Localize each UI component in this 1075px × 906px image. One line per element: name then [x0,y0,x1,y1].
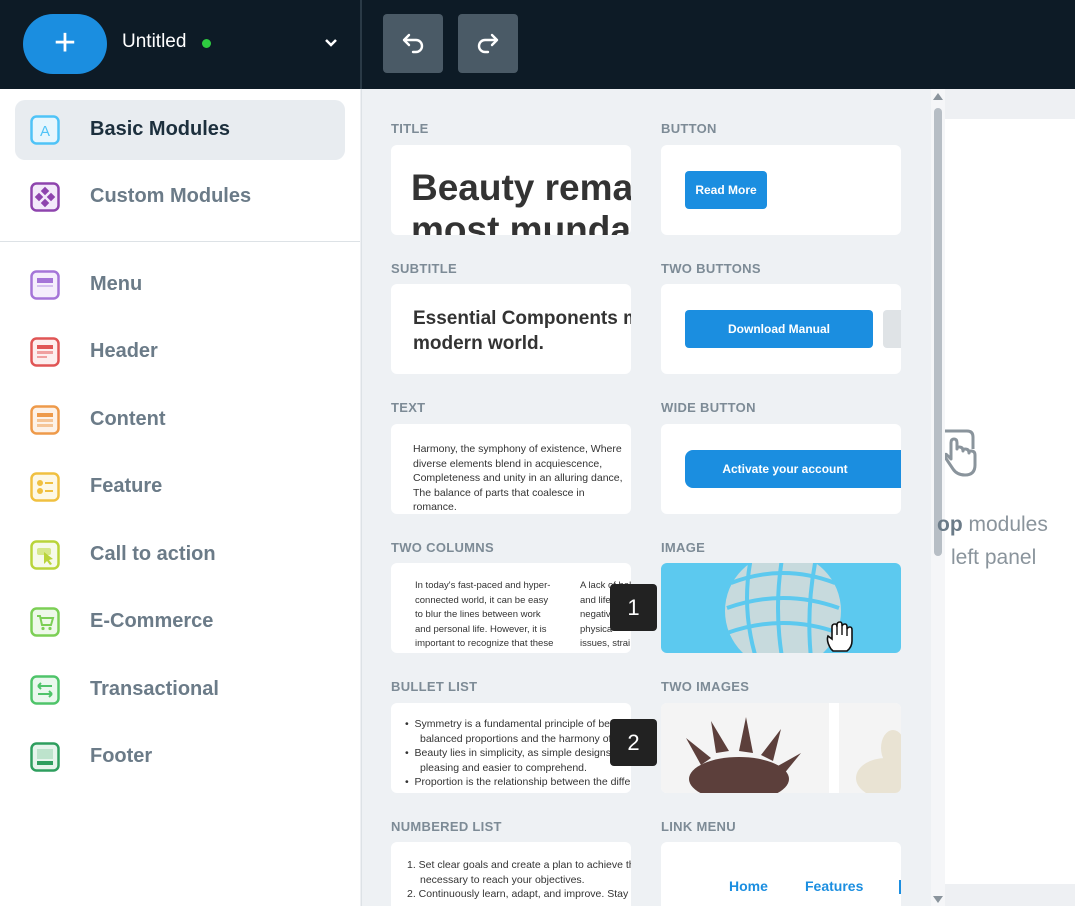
two-columns-preview-col1: In today's fast-paced and hyper- connect… [415,580,554,649]
sidebar-item-label: Call to action [90,543,216,565]
two-images-module-card[interactable] [661,703,901,793]
sidebar-item-header[interactable]: Header [15,322,345,382]
sidebar-item-feature[interactable]: Feature [15,457,345,517]
sidebar-item-label: Custom Modules [90,185,252,207]
sidebar-item-transactional[interactable]: Transactional [15,660,345,720]
bullet-list-module-card[interactable]: • Symmetry is a fundamental principle of… [391,703,631,793]
two-buttons-module-card[interactable]: Download Manual [661,284,901,374]
two-buttons-preview-primary: Download Manual [685,310,873,348]
canvas-hint-line2: left panel [951,546,1037,569]
scroll-up-arrow[interactable] [933,93,943,100]
step-badge-2: 2 [610,719,657,766]
link-menu-module-label: LINK MENU [661,819,736,834]
undo-icon [402,33,424,54]
sidebar-item-label: Content [90,408,166,430]
transactional-icon [30,675,60,705]
link-menu-preview-more [899,880,901,894]
link-menu-module-card[interactable]: Home Features [661,842,901,906]
two-images-preview [661,703,901,793]
sidebar-item-label: Transactional [90,678,219,700]
subtitle-preview: Essential Components mi modern world. [413,308,631,354]
button-preview: Read More [685,171,767,209]
step-badge-1: 1 [610,584,657,631]
sidebar-item-menu[interactable]: Menu [15,255,345,315]
numbered-list-module-label: NUMBERED LIST [391,819,502,834]
undo-button[interactable] [383,14,443,73]
sidebar-item-label: Basic Modules [90,118,231,140]
text-module-label: TEXT [391,400,426,415]
wide-button-module-card[interactable]: Activate your account [661,424,901,514]
sidebar-item-label: Feature [90,475,163,497]
scroll-thumb[interactable] [934,108,942,556]
module-panel-scrollbar[interactable] [931,89,945,906]
two-buttons-preview-secondary [883,310,901,348]
link-menu-preview-features: Features [805,878,864,894]
editor-canvas: op modules left panel [937,89,1075,906]
call-to-action-icon [30,540,60,570]
footer-icon [30,742,60,772]
title-preview: Beauty remai most munda [411,167,631,235]
sidebar-item-basic-modules[interactable]: A Basic Modules [15,100,345,160]
sidebar-item-ecommerce[interactable]: E-Commerce [15,592,345,652]
content-icon [30,405,60,435]
image-module-card[interactable] [661,563,901,653]
numbered-list-preview: 1. Set clear goals and create a plan to … [407,859,631,900]
image-preview [725,563,841,653]
two-columns-module-label: TWO COLUMNS [391,540,494,555]
sidebar-item-label: Menu [90,273,143,295]
wide-button-preview: Activate your account [685,450,901,488]
svg-text:A: A [40,123,50,140]
topbar-divider [360,0,362,89]
two-images-module-label: TWO IMAGES [661,679,750,694]
button-module-label: BUTTON [661,121,717,136]
grab-cursor-icon [826,621,853,652]
subtitle-module-label: SUBTITLE [391,261,457,276]
module-panel: TITLE Beauty remai most munda BUTTON Rea… [361,89,931,906]
sidebar-divider [0,241,360,242]
wide-button-module-label: WIDE BUTTON [661,400,756,415]
image-module-label: IMAGE [661,540,706,555]
redo-icon [477,33,499,54]
subtitle-module-card[interactable]: Essential Components mi modern world. [391,284,631,374]
sidebar-item-label: Header [90,340,158,362]
sidebar-item-label: E-Commerce [90,610,214,632]
sidebar-item-call-to-action[interactable]: Call to action [15,525,345,585]
link-menu-preview-home: Home [729,878,768,894]
top-bar: + Untitled [0,0,1075,89]
canvas-sheet [945,119,1075,884]
two-buttons-module-label: TWO BUTTONS [661,261,761,276]
bullet-list-preview: • Symmetry is a fundamental principle of… [405,718,631,788]
chevron-down-icon[interactable] [322,36,340,50]
sidebar: A Basic Modules Custom Modules Menu Head… [0,89,360,906]
bullet-list-module-label: BULLET LIST [391,679,478,694]
title-module-label: TITLE [391,121,429,136]
scroll-down-arrow[interactable] [933,896,943,903]
sidebar-item-custom-modules[interactable]: Custom Modules [15,167,345,227]
feature-icon [30,472,60,502]
basic-modules-icon: A [30,115,60,145]
sidebar-item-label: Footer [90,745,153,767]
two-columns-module-card[interactable]: In today's fast-paced and hyper- connect… [391,563,631,653]
header-icon [30,337,60,367]
canvas-hint-line1: op modules [937,513,1048,536]
sidebar-item-content[interactable]: Content [15,390,345,450]
custom-modules-icon [30,182,60,212]
button-module-card[interactable]: Read More [661,145,901,235]
text-module-card[interactable]: Harmony, the symphony of existence, Wher… [391,424,631,514]
menu-icon [30,270,60,300]
saved-status-dot [202,39,211,48]
redo-button[interactable] [458,14,518,73]
add-button[interactable]: + [23,14,107,74]
ecommerce-icon [30,607,60,637]
text-preview: Harmony, the symphony of existence, Wher… [413,443,623,513]
sidebar-item-footer[interactable]: Footer [15,727,345,787]
numbered-list-module-card[interactable]: 1. Set clear goals and create a plan to … [391,842,631,906]
title-module-card[interactable]: Beauty remai most munda [391,145,631,235]
drag-drop-hand-icon [945,429,977,477]
document-title[interactable]: Untitled [122,31,186,53]
